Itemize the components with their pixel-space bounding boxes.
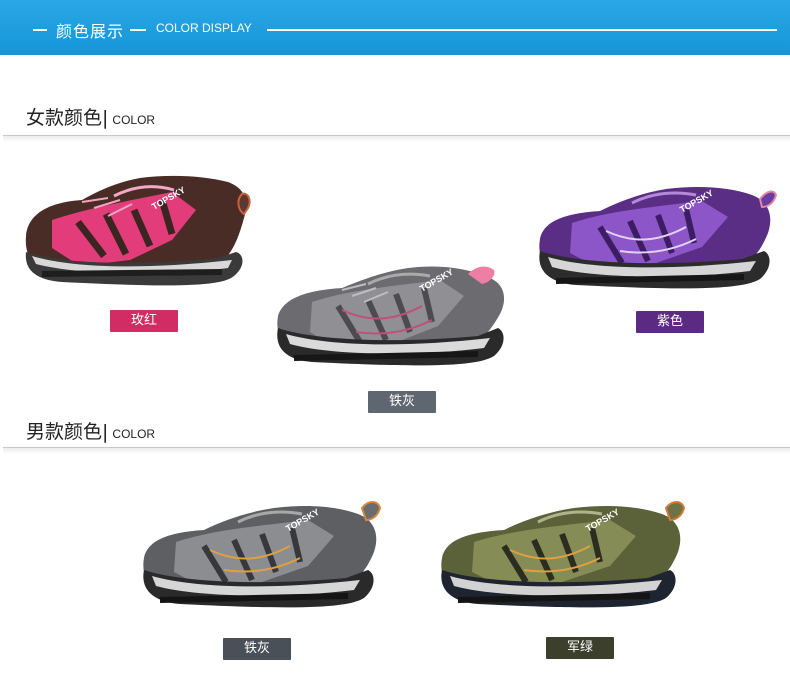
women-section-title: 女款颜色| COLOR bbox=[26, 103, 155, 130]
color-display-banner: 颜色展示 COLOR DISPLAY bbox=[0, 0, 790, 55]
men-divider-shadow bbox=[3, 448, 790, 454]
color-tag-iron-grey-women[interactable]: 铁灰 bbox=[368, 391, 436, 413]
color-tag-purple[interactable]: 紫色 bbox=[636, 311, 704, 333]
banner-title-en: COLOR DISPLAY bbox=[156, 21, 252, 35]
color-tag-rose-red[interactable]: 玫红 bbox=[110, 310, 178, 332]
men-title-en: COLOR bbox=[112, 427, 156, 441]
men-title-cn: 男款颜色| bbox=[26, 421, 109, 443]
color-tag-army-green[interactable]: 军绿 bbox=[546, 637, 614, 659]
shoe-rose-red[interactable]: TOPSKY bbox=[22, 170, 254, 292]
banner-dash-left bbox=[33, 29, 47, 31]
banner-dash-mid bbox=[130, 29, 146, 31]
color-tag-iron-grey-men[interactable]: 铁灰 bbox=[223, 638, 291, 660]
women-divider-shadow bbox=[3, 136, 790, 142]
shoe-army-green[interactable]: TOPSKY bbox=[438, 498, 688, 616]
shoe-iron-grey-women[interactable]: TOPSKY bbox=[272, 262, 512, 370]
banner-title-cn: 颜色展示 bbox=[56, 22, 125, 41]
banner-rule bbox=[267, 29, 777, 31]
women-title-en: COLOR bbox=[112, 113, 156, 127]
shoe-iron-grey-men[interactable]: TOPSKY bbox=[140, 500, 382, 615]
men-section-title: 男款颜色| COLOR bbox=[26, 417, 155, 444]
women-title-cn: 女款颜色| bbox=[26, 107, 109, 129]
shoe-purple[interactable]: TOPSKY bbox=[536, 183, 778, 293]
